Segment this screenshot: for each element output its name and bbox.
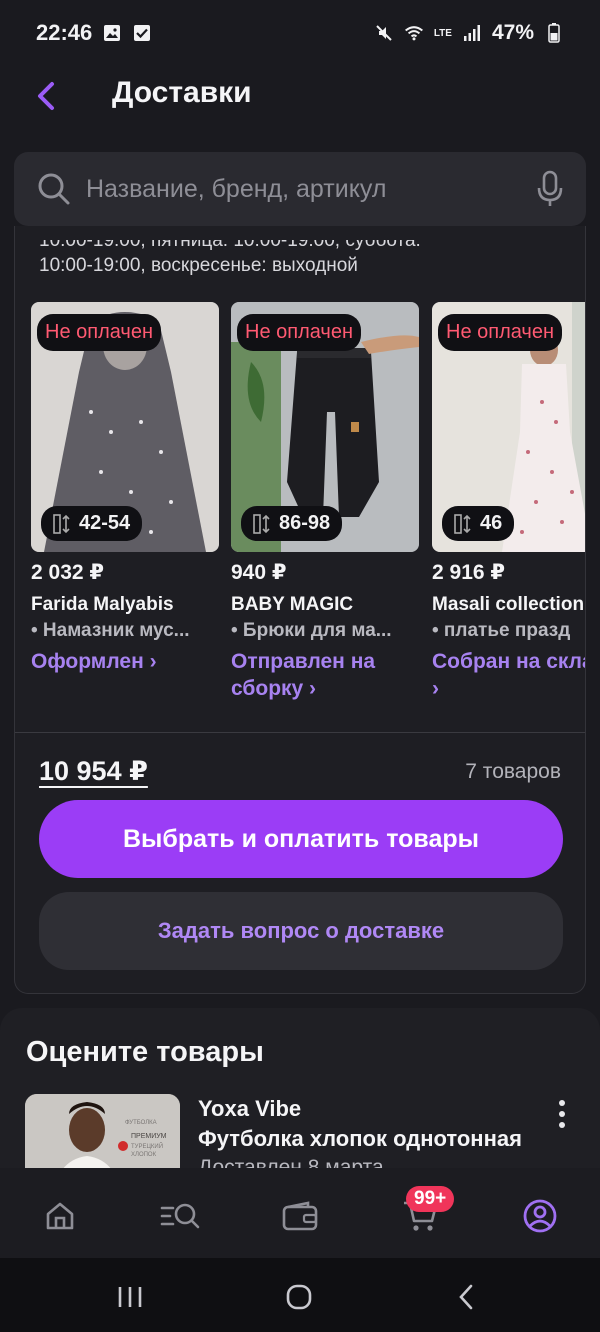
unpaid-badge: Не оплачен bbox=[438, 314, 563, 351]
gallery-icon bbox=[102, 23, 122, 43]
svg-text:ФУТБОЛКА: ФУТБОЛКА bbox=[125, 1120, 157, 1126]
bottom-navigation: 99+ bbox=[0, 1168, 600, 1258]
recent-apps-button[interactable] bbox=[110, 1282, 150, 1312]
battery-percent: 47% bbox=[491, 21, 534, 44]
size-icon bbox=[454, 513, 471, 534]
order-status-link[interactable]: Оформлен › bbox=[31, 648, 219, 675]
chevron-left-icon bbox=[38, 82, 54, 110]
recent-apps-icon bbox=[118, 1287, 142, 1307]
product-price: 940 ₽ bbox=[231, 561, 287, 584]
size-badge: 42-54 bbox=[41, 506, 143, 541]
nav-wallet[interactable] bbox=[278, 1196, 322, 1236]
size-value: 42-54 bbox=[79, 512, 131, 534]
svg-text:ХЛОПОК: ХЛОПОК bbox=[131, 1152, 157, 1158]
size-badge: 46 bbox=[442, 506, 515, 541]
system-navigation-bar bbox=[0, 1258, 600, 1332]
back-arrow-icon bbox=[459, 1284, 473, 1310]
product-description: • Намазник мус... bbox=[31, 620, 190, 641]
more-dot bbox=[559, 1122, 565, 1128]
select-and-pay-button[interactable]: Выбрать и оплатить товары bbox=[39, 800, 563, 878]
size-value: 86-98 bbox=[279, 512, 331, 534]
product-image[interactable]: Не оплачен 46 bbox=[432, 302, 585, 552]
section-title: Оцените товары bbox=[26, 1036, 264, 1068]
product-price: 2 916 ₽ bbox=[432, 561, 505, 584]
more-dot bbox=[559, 1111, 565, 1117]
product-brand: BABY MAGIC bbox=[231, 594, 354, 615]
wifi-icon bbox=[404, 23, 424, 43]
profile-icon bbox=[523, 1199, 557, 1233]
check-notification-icon bbox=[132, 23, 152, 43]
product-image[interactable]: Не оплачен 42-54 bbox=[31, 302, 219, 552]
unpaid-badge: Не оплачен bbox=[237, 314, 362, 351]
search-icon bbox=[38, 173, 70, 205]
status-bar: 22:46 LTE 47% bbox=[0, 0, 600, 66]
nav-profile[interactable] bbox=[518, 1196, 562, 1236]
home-icon bbox=[46, 1202, 74, 1230]
schedule-line: 10:00-19:00, воскресенье: выходной bbox=[39, 255, 358, 276]
more-options-button[interactable] bbox=[548, 1096, 576, 1132]
product-description: • Брюки для ма... bbox=[231, 620, 392, 641]
product-brand: Farida Malyabis bbox=[31, 594, 174, 615]
microphone-icon[interactable] bbox=[536, 170, 564, 208]
scroll-clip bbox=[15, 226, 585, 240]
home-circle-icon bbox=[286, 1284, 312, 1310]
mute-icon bbox=[374, 23, 394, 43]
status-right: LTE 47% bbox=[374, 21, 564, 45]
divider bbox=[15, 732, 585, 733]
cart-count-badge: 99+ bbox=[406, 1186, 455, 1212]
search-bar[interactable] bbox=[14, 152, 586, 226]
rate-product-brand: Yoxa Vibe bbox=[198, 1096, 302, 1121]
size-icon bbox=[53, 513, 70, 534]
delivery-card: 10:00-19:00, пятница: 10:00-19:00, суббо… bbox=[14, 226, 586, 994]
svg-text:ТУРЕЦКИЙ: ТУРЕЦКИЙ bbox=[131, 1142, 163, 1150]
product-description: • платье празд bbox=[432, 620, 571, 641]
svg-text:ПРЕМИУМ: ПРЕМИУМ bbox=[131, 1133, 167, 1140]
ask-about-delivery-button[interactable]: Задать вопрос о доставке bbox=[39, 892, 563, 970]
system-back-button[interactable] bbox=[446, 1282, 486, 1312]
product-price: 2 032 ₽ bbox=[31, 561, 104, 584]
search-input[interactable] bbox=[86, 174, 536, 204]
size-icon bbox=[253, 513, 270, 534]
status-left: 22:46 bbox=[36, 20, 152, 46]
unpaid-badge: Не оплачен bbox=[37, 314, 162, 351]
order-total[interactable]: 10 954 ₽ bbox=[39, 756, 148, 787]
product-carousel[interactable]: Не оплачен 42-54 2 032 ₽ Farida Malyabis… bbox=[31, 302, 585, 712]
order-status-link[interactable]: Собран на складе › bbox=[432, 648, 585, 702]
item-count: 7 товаров bbox=[465, 760, 561, 783]
product-image[interactable]: Не оплачен 86-98 bbox=[231, 302, 419, 552]
size-value: 46 bbox=[480, 512, 503, 534]
order-status-link[interactable]: Отправлен на сборку › bbox=[231, 648, 419, 702]
nav-catalog[interactable] bbox=[158, 1196, 202, 1236]
page-title: Доставки bbox=[112, 76, 252, 109]
lte-icon: LTE bbox=[433, 27, 452, 39]
wallet-icon bbox=[282, 1201, 318, 1231]
more-dot bbox=[559, 1100, 565, 1106]
rate-product-name: Футболка хлопок однотонная bbox=[198, 1126, 522, 1151]
battery-icon bbox=[544, 23, 564, 43]
catalog-search-icon bbox=[160, 1203, 200, 1229]
top-bar: Доставки bbox=[0, 66, 600, 126]
clock: 22:46 bbox=[36, 20, 93, 45]
product-brand: Masali collection bbox=[432, 594, 585, 615]
nav-home[interactable] bbox=[38, 1196, 82, 1236]
back-button[interactable] bbox=[28, 78, 64, 114]
home-button[interactable] bbox=[279, 1282, 319, 1312]
signal-icon bbox=[462, 23, 482, 43]
size-badge: 86-98 bbox=[241, 506, 343, 541]
